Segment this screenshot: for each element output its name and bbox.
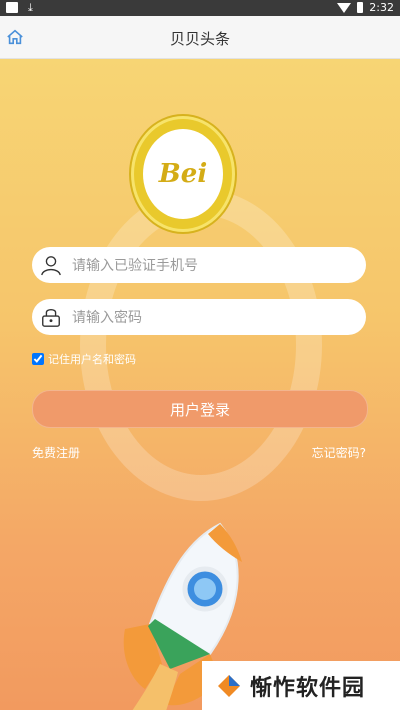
password-input[interactable]	[70, 299, 354, 337]
app-header: 贝贝头条	[0, 16, 400, 59]
login-button[interactable]: 用户登录	[32, 390, 368, 428]
notification-icon	[6, 2, 18, 13]
decorative-ring	[80, 189, 322, 501]
wifi-icon	[337, 2, 352, 13]
battery-icon	[357, 2, 364, 13]
app-logo: Bei	[131, 116, 235, 232]
forgot-password-link[interactable]: 忘记密码?	[312, 444, 366, 461]
watermark-text: 惭怍软件园	[250, 675, 366, 701]
remember-checkbox[interactable]	[32, 353, 44, 365]
lock-icon	[42, 308, 60, 327]
user-icon	[41, 256, 61, 276]
status-time: 2:32	[369, 1, 394, 14]
page-title: 贝贝头条	[169, 30, 230, 48]
watermark: 惭怍软件园	[202, 661, 400, 710]
logo-text: Bei	[158, 159, 208, 189]
download-icon: ⤓	[28, 1, 33, 14]
status-bar: ⤓ 2:32	[0, 0, 400, 16]
remember-label: 记住用户名和密码	[48, 353, 136, 366]
watermark-logo-icon	[218, 674, 240, 697]
phone-field[interactable]	[32, 247, 366, 285]
remember-me[interactable]: 记住用户名和密码	[32, 351, 136, 367]
password-field[interactable]	[32, 299, 366, 337]
logo-inner: Bei	[143, 129, 223, 219]
login-screen: Bei 记住用户名和密码 用户登录 免费注册 忘记密码?	[0, 59, 400, 710]
status-left: ⤓	[6, 2, 33, 13]
phone-input[interactable]	[70, 247, 354, 285]
register-link[interactable]: 免费注册	[32, 444, 80, 461]
status-right: 2:32	[337, 1, 394, 14]
